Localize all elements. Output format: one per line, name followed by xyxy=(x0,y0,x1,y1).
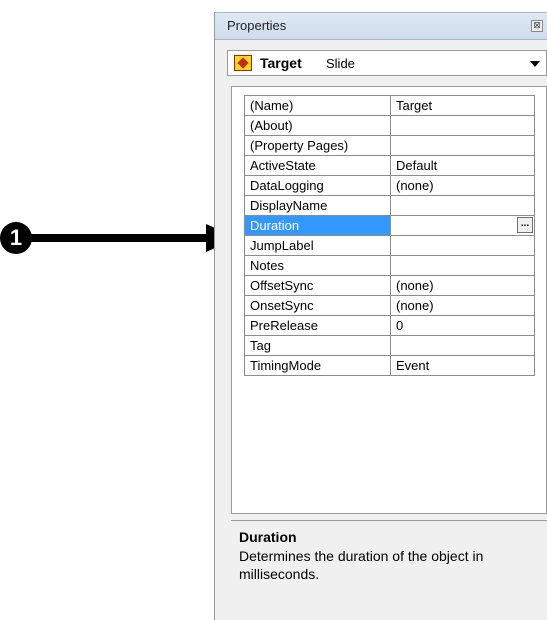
property-table: (Name) Target (About) (Property Pages) Activ… xyxy=(244,95,535,376)
chevron-down-icon[interactable] xyxy=(530,61,540,67)
property-name[interactable]: (About) xyxy=(244,115,391,136)
property-value-text: Target xyxy=(396,98,433,113)
property-value-text: Event xyxy=(396,358,430,373)
property-name[interactable]: Duration xyxy=(244,215,391,236)
property-value[interactable] xyxy=(390,135,535,156)
object-selector[interactable]: Target Slide xyxy=(227,50,547,76)
property-value[interactable]: ... xyxy=(390,215,535,236)
property-value-text: 0 xyxy=(396,318,404,333)
property-name[interactable]: OnsetSync xyxy=(244,295,391,316)
properties-titlebar: Properties ⊠ xyxy=(215,12,547,40)
property-value[interactable] xyxy=(390,335,535,356)
property-name[interactable]: TimingMode xyxy=(244,355,391,376)
callout-arrow-shaft xyxy=(31,234,209,242)
property-name[interactable]: (Property Pages) xyxy=(244,135,391,156)
property-value[interactable]: (none) xyxy=(390,275,535,296)
property-value[interactable]: Default xyxy=(390,155,535,176)
property-value[interactable] xyxy=(390,235,535,256)
property-row[interactable]: Notes xyxy=(244,255,535,276)
property-row[interactable]: (About) xyxy=(244,115,535,136)
property-name[interactable]: Notes xyxy=(244,255,391,276)
property-value[interactable] xyxy=(390,195,535,216)
property-name[interactable]: PreRelease xyxy=(244,315,391,336)
property-row[interactable]: OffsetSync (none) xyxy=(244,275,535,296)
property-value[interactable]: 0 xyxy=(390,315,535,336)
object-name: Target xyxy=(260,55,302,71)
property-value-text: (none) xyxy=(396,178,434,193)
property-row[interactable]: TimingMode Event xyxy=(244,355,535,376)
property-row[interactable]: OnsetSync (none) xyxy=(244,295,535,316)
description-text: Determines the duration of the object in… xyxy=(239,548,484,582)
property-grid: (Name) Target (About) (Property Pages) Activ… xyxy=(231,86,547,514)
property-name[interactable]: Tag xyxy=(244,335,391,356)
properties-title: Properties xyxy=(227,18,287,33)
description-pane: Duration Determines the duration of the … xyxy=(231,520,547,620)
property-row[interactable]: (Name) Target xyxy=(244,95,535,116)
property-value[interactable] xyxy=(390,255,535,276)
property-name[interactable]: JumpLabel xyxy=(244,235,391,256)
callout-number-badge: 1 xyxy=(0,222,32,254)
properties-panel: Properties ⊠ Target Slide (Name) Target (A… xyxy=(214,12,547,620)
property-value[interactable] xyxy=(390,115,535,136)
property-name[interactable]: (Name) xyxy=(244,95,391,116)
object-type: Slide xyxy=(326,56,355,71)
property-name[interactable]: OffsetSync xyxy=(244,275,391,296)
property-name[interactable]: DataLogging xyxy=(244,175,391,196)
property-value[interactable]: Target xyxy=(390,95,535,116)
property-row[interactable]: JumpLabel xyxy=(244,235,535,256)
property-row[interactable]: Duration... xyxy=(244,215,535,236)
property-name[interactable]: DisplayName xyxy=(244,195,391,216)
property-row[interactable]: Tag xyxy=(244,335,535,356)
property-value-text: (none) xyxy=(396,298,434,313)
property-name[interactable]: ActiveState xyxy=(244,155,391,176)
property-row[interactable]: ActiveState Default xyxy=(244,155,535,176)
slide-object-icon xyxy=(234,55,252,71)
property-row[interactable]: PreRelease 0 xyxy=(244,315,535,336)
close-icon[interactable]: ⊠ xyxy=(531,20,543,32)
property-row[interactable]: (Property Pages) xyxy=(244,135,535,156)
property-value-text: (none) xyxy=(396,278,434,293)
property-row[interactable]: DataLogging (none) xyxy=(244,175,535,196)
property-value[interactable]: Event xyxy=(390,355,535,376)
property-value-text: Default xyxy=(396,158,438,173)
property-row[interactable]: DisplayName xyxy=(244,195,535,216)
property-value[interactable]: (none) xyxy=(390,175,535,196)
description-title: Duration xyxy=(239,529,297,545)
property-value[interactable]: (none) xyxy=(390,295,535,316)
ellipsis-button[interactable]: ... xyxy=(517,217,533,233)
